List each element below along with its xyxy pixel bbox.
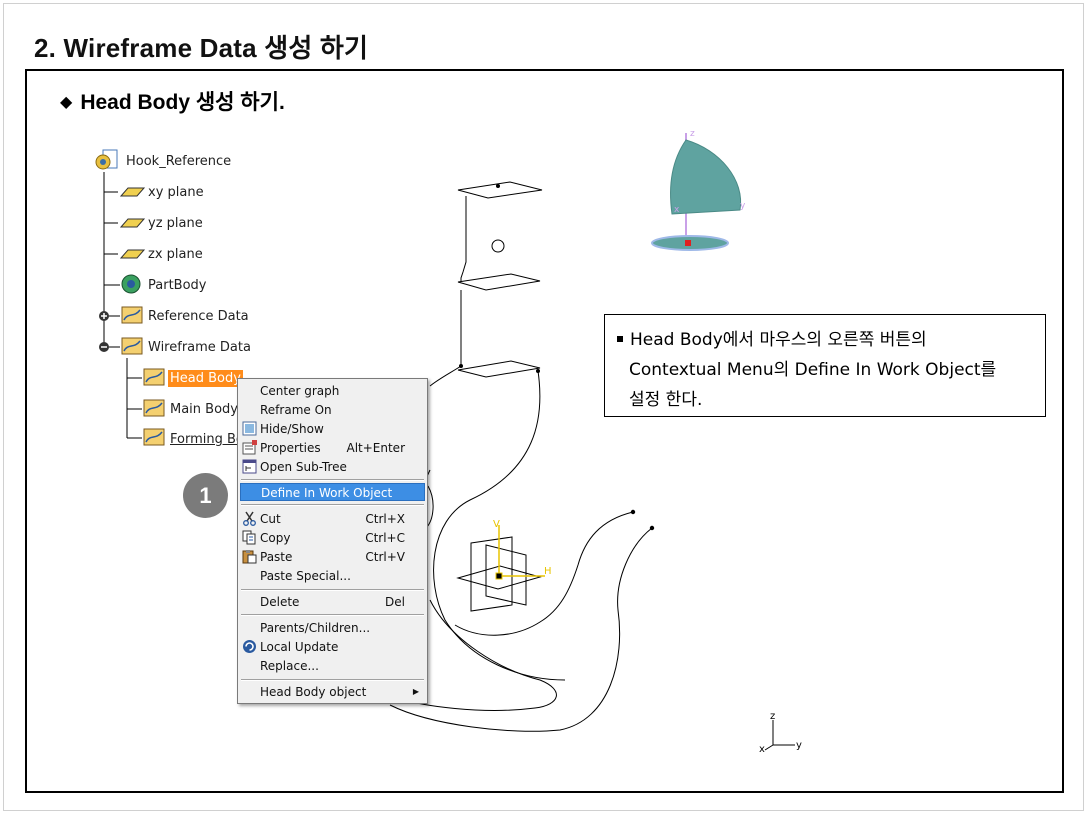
menu-separator (241, 614, 424, 616)
compass-icon[interactable]: z y x (651, 129, 746, 251)
square-bullet-icon (617, 336, 623, 342)
menu-delete[interactable]: Delete Del (240, 593, 425, 611)
menu-head-body-object[interactable]: Head Body object ▶ (240, 683, 425, 701)
tree-item-head-body[interactable]: Head Body (168, 370, 243, 387)
submenu-arrow-icon: ▶ (412, 687, 419, 696)
axis-v-label: V (493, 519, 500, 530)
svg-text:y: y (796, 740, 802, 751)
menu-replace[interactable]: Replace... (240, 657, 425, 675)
callout-line-2: Contextual Menu의 Define In Work Object를 (629, 360, 997, 380)
menu-reframe-on[interactable]: Reframe On (240, 401, 425, 419)
scissors-icon (243, 511, 256, 526)
wireframe-data-icon (121, 337, 143, 355)
paste-icon (242, 550, 257, 564)
axis-h-label: H (544, 566, 552, 577)
absolute-axis-icon: z y x (759, 711, 802, 755)
svg-text:z: z (770, 711, 775, 722)
menu-local-update[interactable]: Local Update (240, 638, 425, 656)
xy-plane-icon (119, 187, 146, 197)
yz-plane-icon (119, 218, 146, 228)
tree-item-yz-plane[interactable]: yz plane (148, 216, 203, 231)
menu-define-in-work-object[interactable]: Define In Work Object (240, 483, 425, 501)
tree-root-hook-reference[interactable]: Hook_Reference (126, 154, 231, 169)
compass-z-label: z (690, 129, 695, 139)
tree-item-main-body[interactable]: Main Body (170, 402, 238, 417)
head-hole-circle (491, 239, 505, 253)
step-badge: 1 (183, 473, 228, 518)
tree-item-wireframe-data[interactable]: Wireframe Data (148, 340, 251, 355)
tree-item-partbody[interactable]: PartBody (148, 278, 206, 293)
hide-show-icon (242, 421, 257, 436)
svg-text:x: x (759, 744, 765, 755)
expand-reference-data-icon[interactable] (99, 311, 109, 321)
menu-separator (241, 589, 424, 591)
hook-outer-curve (389, 527, 653, 732)
menu-separator (241, 679, 424, 681)
menu-separator (241, 504, 424, 506)
reference-data-icon (121, 306, 143, 324)
copy-icon (242, 530, 256, 545)
instruction-callout: Head Body에서 마우스의 오른쪽 버튼의 Contextual Menu… (604, 314, 1046, 417)
menu-paste-special[interactable]: Paste Special... (240, 567, 425, 585)
tree-item-forming-body[interactable]: Forming Bo (170, 432, 244, 447)
menu-center-graph[interactable]: Center graph (240, 382, 425, 400)
context-menu: Center graph Reframe On Hide/Show Proper… (237, 378, 428, 704)
head-sketch-line (460, 196, 467, 282)
menu-properties[interactable]: Properties Alt+Enter (240, 439, 425, 457)
menu-copy[interactable]: Copy Ctrl+C (240, 529, 425, 547)
partbody-icon (121, 274, 141, 294)
compass-x-label: x (674, 205, 680, 215)
zx-plane-icon (119, 249, 146, 259)
head-top-plane (457, 181, 543, 199)
main-body-set-icon (143, 399, 165, 417)
properties-icon (242, 440, 257, 455)
axis-plane-vertical (470, 536, 513, 612)
menu-separator (241, 479, 424, 481)
forming-body-set-icon (143, 428, 165, 446)
menu-hide-show[interactable]: Hide/Show (240, 420, 425, 438)
head-body-set-icon (143, 368, 165, 386)
tree-item-xy-plane[interactable]: xy plane (148, 185, 204, 200)
menu-parents-children[interactable]: Parents/Children... (240, 619, 425, 637)
callout-line-1: Head Body에서 마우스의 오른쪽 버튼의 (617, 325, 1033, 355)
middle-plane (457, 273, 541, 291)
menu-cut[interactable]: Cut Ctrl+X (240, 510, 425, 528)
sub-tree-icon (242, 459, 257, 474)
update-icon (243, 640, 256, 653)
menu-paste[interactable]: Paste Ctrl+V (240, 548, 425, 566)
compass-y-label: y (740, 201, 746, 211)
callout-line-3: 설정 한다. (629, 390, 703, 410)
part-root-icon (95, 149, 118, 170)
tree-item-zx-plane[interactable]: zx plane (148, 247, 203, 262)
tree-item-reference-data[interactable]: Reference Data (148, 309, 249, 324)
menu-open-sub-tree[interactable]: Open Sub-Tree (240, 458, 425, 476)
collapse-wireframe-data-icon[interactable] (99, 342, 109, 352)
lower-plane (457, 360, 541, 378)
